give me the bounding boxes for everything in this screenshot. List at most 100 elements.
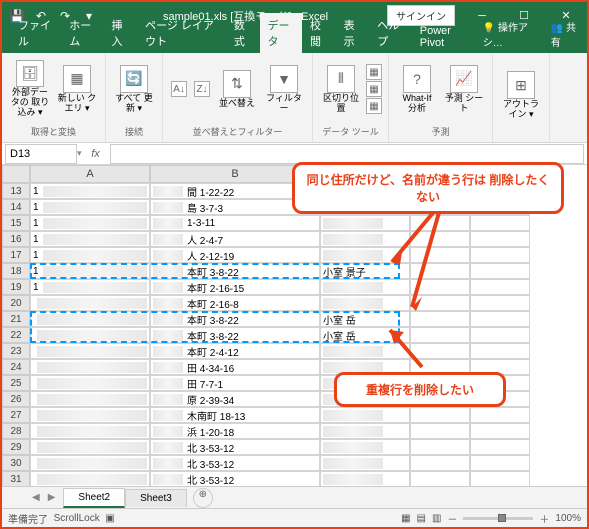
cell[interactable] xyxy=(470,343,530,359)
cell[interactable] xyxy=(410,407,470,423)
view-break-icon[interactable]: ▥ xyxy=(432,513,441,524)
name-box[interactable]: D13 xyxy=(5,144,77,164)
tool-icon[interactable]: ▦ xyxy=(366,64,382,80)
tab-data[interactable]: データ xyxy=(260,13,302,53)
sort-asc-button[interactable]: A↓ xyxy=(169,79,189,99)
cell[interactable] xyxy=(320,471,410,487)
cell[interactable]: 本町 3-8-22 xyxy=(150,263,320,279)
cell[interactable] xyxy=(30,423,150,439)
row-header[interactable]: 30 xyxy=(2,455,30,471)
cell[interactable] xyxy=(30,343,150,359)
cell[interactable]: 人 2-12-19 xyxy=(150,247,320,263)
cell[interactable]: 1 xyxy=(30,263,150,279)
cell[interactable] xyxy=(470,439,530,455)
cell[interactable]: 1 xyxy=(30,279,150,295)
cell[interactable]: 人 2-4-7 xyxy=(150,231,320,247)
cell[interactable]: 本町 2-4-12 xyxy=(150,343,320,359)
cell[interactable]: 1 xyxy=(30,183,150,199)
filter-button[interactable]: ▼フィルター xyxy=(262,58,306,120)
row-header[interactable]: 27 xyxy=(2,407,30,423)
cell[interactable] xyxy=(30,311,150,327)
zoom-in-button[interactable]: ＋ xyxy=(539,511,549,526)
cell[interactable]: 田 4-34-16 xyxy=(150,359,320,375)
cell[interactable] xyxy=(470,263,530,279)
view-normal-icon[interactable]: ▦ xyxy=(401,513,410,524)
cell[interactable] xyxy=(320,279,410,295)
cell[interactable] xyxy=(320,439,410,455)
tab-nav-prev-icon[interactable]: ◀ xyxy=(32,492,40,503)
row-header[interactable]: 24 xyxy=(2,359,30,375)
cell[interactable] xyxy=(30,359,150,375)
refresh-all-button[interactable]: 🔄すべて 更新 ▾ xyxy=(112,58,156,120)
cell[interactable]: 1 xyxy=(30,247,150,263)
cell[interactable]: 原 2-39-34 xyxy=(150,391,320,407)
zoom-level[interactable]: 100% xyxy=(555,513,581,524)
cell[interactable]: 本町 2-16-8 xyxy=(150,295,320,311)
tab-view[interactable]: 表示 xyxy=(336,13,370,53)
formula-bar[interactable] xyxy=(110,144,584,164)
cell[interactable] xyxy=(410,423,470,439)
cell[interactable] xyxy=(470,279,530,295)
tab-file[interactable]: ファイル xyxy=(10,13,61,53)
forecast-sheet-button[interactable]: 📈予測 シート xyxy=(442,58,486,120)
cell[interactable] xyxy=(30,407,150,423)
sort-button[interactable]: ⇅並べ替え xyxy=(215,58,259,120)
cell[interactable] xyxy=(320,407,410,423)
cell[interactable] xyxy=(410,471,470,487)
col-header-a[interactable]: A xyxy=(30,165,150,183)
cell[interactable] xyxy=(470,231,530,247)
cell[interactable] xyxy=(320,455,410,471)
cell[interactable] xyxy=(30,295,150,311)
cell[interactable] xyxy=(470,247,530,263)
row-header[interactable]: 29 xyxy=(2,439,30,455)
sort-desc-button[interactable]: Z↓ xyxy=(192,79,212,99)
new-sheet-button[interactable]: ⊕ xyxy=(193,488,213,508)
sheet-tab-sheet2[interactable]: Sheet2 xyxy=(63,488,125,508)
external-data-button[interactable]: 🗄外部データの 取り込み ▾ xyxy=(8,58,52,120)
row-header[interactable]: 22 xyxy=(2,327,30,343)
row-header[interactable]: 26 xyxy=(2,391,30,407)
sheet-tab-sheet3[interactable]: Sheet3 xyxy=(125,489,187,507)
tell-me[interactable]: 💡 操作アシ… xyxy=(475,15,543,53)
row-header[interactable]: 15 xyxy=(2,215,30,231)
tool-icon[interactable]: ▦ xyxy=(366,81,382,97)
cell[interactable] xyxy=(30,327,150,343)
cell[interactable] xyxy=(470,295,530,311)
cell[interactable]: 木南町 18-13 xyxy=(150,407,320,423)
row-header[interactable]: 17 xyxy=(2,247,30,263)
row-header[interactable]: 16 xyxy=(2,231,30,247)
cell[interactable] xyxy=(470,311,530,327)
cell[interactable]: 1 xyxy=(30,199,150,215)
tab-insert[interactable]: 挿入 xyxy=(103,13,137,53)
text-to-columns-button[interactable]: ⫴区切り位置 xyxy=(319,58,363,120)
row-header[interactable]: 18 xyxy=(2,263,30,279)
row-header[interactable]: 28 xyxy=(2,423,30,439)
new-query-button[interactable]: ▦新しい クエリ ▾ xyxy=(55,58,99,120)
cell[interactable] xyxy=(470,455,530,471)
tab-layout[interactable]: ページ レイアウト xyxy=(137,13,226,53)
share-button[interactable]: 👥 共有 xyxy=(543,15,587,53)
cell[interactable] xyxy=(30,471,150,487)
cell[interactable]: 田 7-7-1 xyxy=(150,375,320,391)
namebox-dropdown-icon[interactable]: ▾ xyxy=(77,148,82,159)
whatif-button[interactable]: ?What-If 分析 xyxy=(395,58,439,120)
cell[interactable] xyxy=(320,423,410,439)
row-header[interactable]: 14 xyxy=(2,199,30,215)
cell[interactable] xyxy=(470,327,530,343)
fx-button[interactable]: fx xyxy=(86,148,106,160)
cell[interactable] xyxy=(470,215,530,231)
cell[interactable]: 1 xyxy=(30,215,150,231)
cell[interactable] xyxy=(30,439,150,455)
row-header[interactable]: 25 xyxy=(2,375,30,391)
cell[interactable]: 1 xyxy=(30,231,150,247)
tab-home[interactable]: ホーム xyxy=(61,13,103,53)
cell[interactable] xyxy=(470,423,530,439)
tab-formula[interactable]: 数式 xyxy=(226,13,260,53)
cell[interactable] xyxy=(30,455,150,471)
cell[interactable]: 本町 2-16-15 xyxy=(150,279,320,295)
cell[interactable]: 北 3-53-12 xyxy=(150,439,320,455)
record-macro-icon[interactable]: ▣ xyxy=(105,513,114,524)
select-all-corner[interactable] xyxy=(2,165,30,183)
tab-help[interactable]: ヘルプ xyxy=(369,13,411,53)
cell[interactable]: 本町 3-8-22 xyxy=(150,327,320,343)
